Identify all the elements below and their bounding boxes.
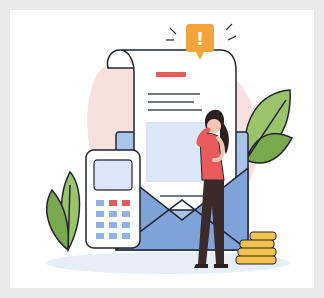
payment-terminal-icon [85,149,141,249]
invoice-panel [146,122,206,182]
left-plant-icon [46,170,81,253]
invoice-header-bar [156,72,186,77]
illustration-panel: ! [10,10,314,288]
invoice-illustration: ! [46,23,294,274]
exclamation-icon: ! [196,29,204,50]
right-plant-icon [244,89,294,164]
